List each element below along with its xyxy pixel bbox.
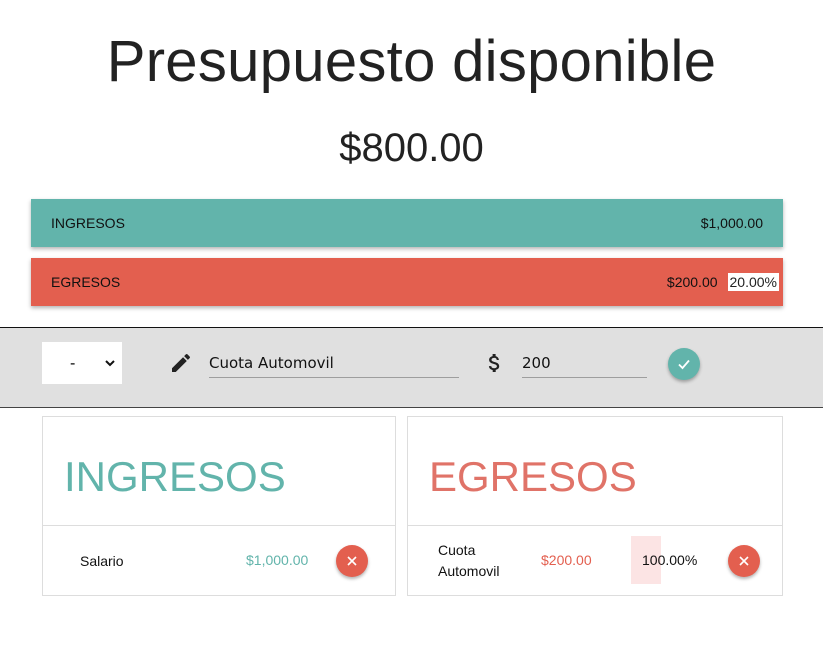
income-summary-amount: $1,000.00 <box>700 215 763 231</box>
add-entry-button[interactable] <box>668 348 700 380</box>
page-title: Presupuesto disponible <box>106 29 717 94</box>
expense-summary-bar: EGRESOS $200.00 20.00% <box>31 258 783 306</box>
check-icon <box>678 359 690 370</box>
income-list-panel: INGRESOS Salario $1,000.00 <box>42 416 396 596</box>
income-item-amount: $1,000.00 <box>246 552 309 568</box>
income-summary-label: INGRESOS <box>51 215 125 231</box>
amount-input[interactable] <box>522 348 647 378</box>
available-budget-amount: $800.00 <box>339 126 484 170</box>
delete-expense-button[interactable] <box>728 545 760 577</box>
expense-item-percent: 100.00% <box>642 552 698 568</box>
pencil-icon <box>172 353 191 372</box>
description-input[interactable] <box>209 348 459 378</box>
dollar-icon <box>488 354 500 372</box>
delete-income-button[interactable] <box>336 545 368 577</box>
list-item: Cuota Automovil $200.00 100.00% <box>408 526 782 596</box>
expense-item-description: Cuota Automovil <box>438 542 500 579</box>
income-summary-bar: INGRESOS $1,000.00 <box>31 199 783 247</box>
expense-summary-amount: $200.00 <box>666 274 718 290</box>
add-entry-form: - <box>0 327 823 408</box>
expense-list-title: EGRESOS <box>429 453 637 500</box>
expense-summary-label: EGRESOS <box>51 274 121 290</box>
close-icon <box>347 556 357 566</box>
list-item: Salario $1,000.00 <box>43 526 395 596</box>
close-icon <box>739 556 749 566</box>
income-item-description: Salario <box>80 553 124 569</box>
income-list-title: INGRESOS <box>64 453 286 500</box>
expense-item-amount: $200.00 <box>541 552 592 568</box>
expense-summary-percent: 20.00% <box>727 273 779 291</box>
entry-type-select[interactable]: - <box>42 342 122 384</box>
expense-list-panel: EGRESOS Cuota Automovil $200.00 100.00% <box>407 416 783 596</box>
